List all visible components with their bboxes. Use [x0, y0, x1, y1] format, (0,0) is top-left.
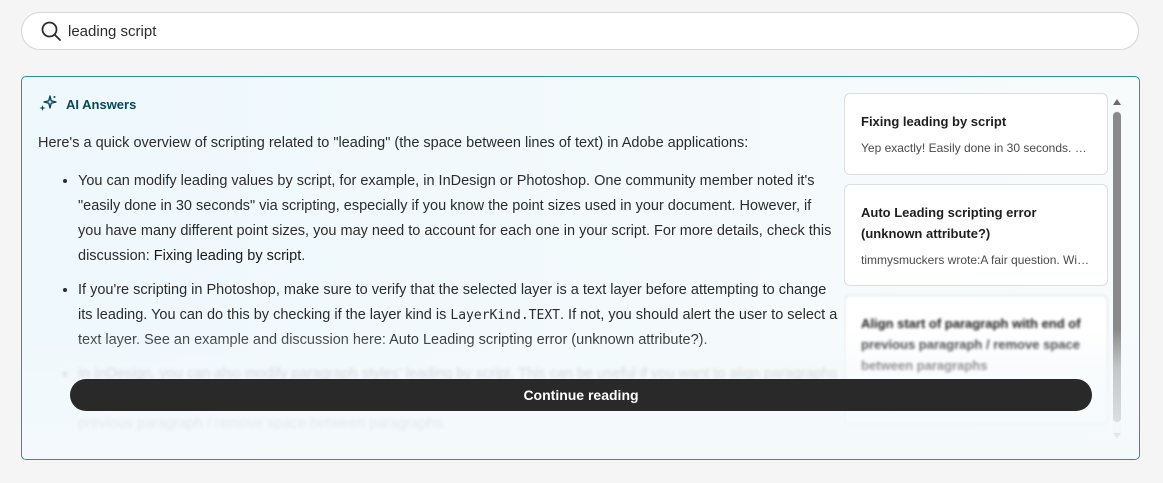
source-link[interactable]: Auto Leading scripting error (unknown at… [389, 332, 703, 348]
source-card[interactable]: Auto Leading scripting error (unknown at… [844, 184, 1108, 286]
search-icon [41, 21, 61, 41]
scroll-down-icon[interactable] [1113, 433, 1121, 439]
ai-answer-intro: Here's a quick overview of scripting rel… [38, 135, 749, 151]
ai-answer-item: You can modify leading values by script,… [78, 169, 838, 269]
source-card-title: Auto Leading scripting error (unknown at… [861, 205, 1037, 241]
scroll-up-icon[interactable] [1113, 99, 1121, 105]
continue-reading-button[interactable]: Continue reading [70, 379, 1092, 411]
search-bar[interactable] [21, 12, 1139, 50]
ai-answer-item: If you're scripting in Photoshop, make s… [78, 278, 838, 353]
ai-answers-header: AI Answers [38, 94, 136, 114]
source-card-title: Align start of paragraph with end of pre… [861, 316, 1081, 373]
ai-answer-text-end: . [442, 416, 447, 432]
ai-answer-text-end: . [703, 332, 708, 348]
sparkle-icon [39, 95, 57, 111]
ai-answers-panel: AI Answers Here's a quick overview of sc… [21, 76, 1140, 460]
source-card-snippet: Yep exactly! Easily done in 30 seconds. … [861, 141, 1091, 155]
sources-scrollbar[interactable] [1110, 95, 1124, 441]
source-link[interactable]: Fixing leading by script [154, 248, 302, 264]
search-input[interactable] [68, 22, 968, 40]
source-card[interactable]: Fixing leading by script Yep exactly! Ea… [844, 93, 1108, 175]
source-card-snippet: timmysmuckers wrote:A fair question. Wis… [861, 253, 1091, 267]
ai-answers-title: AI Answers [66, 96, 137, 112]
source-card-title: Fixing leading by script [861, 114, 1007, 129]
scrollbar-thumb[interactable] [1113, 112, 1121, 422]
inline-code: LayerKind.TEXT [450, 308, 560, 323]
ai-answer-text-end: . [301, 248, 306, 264]
